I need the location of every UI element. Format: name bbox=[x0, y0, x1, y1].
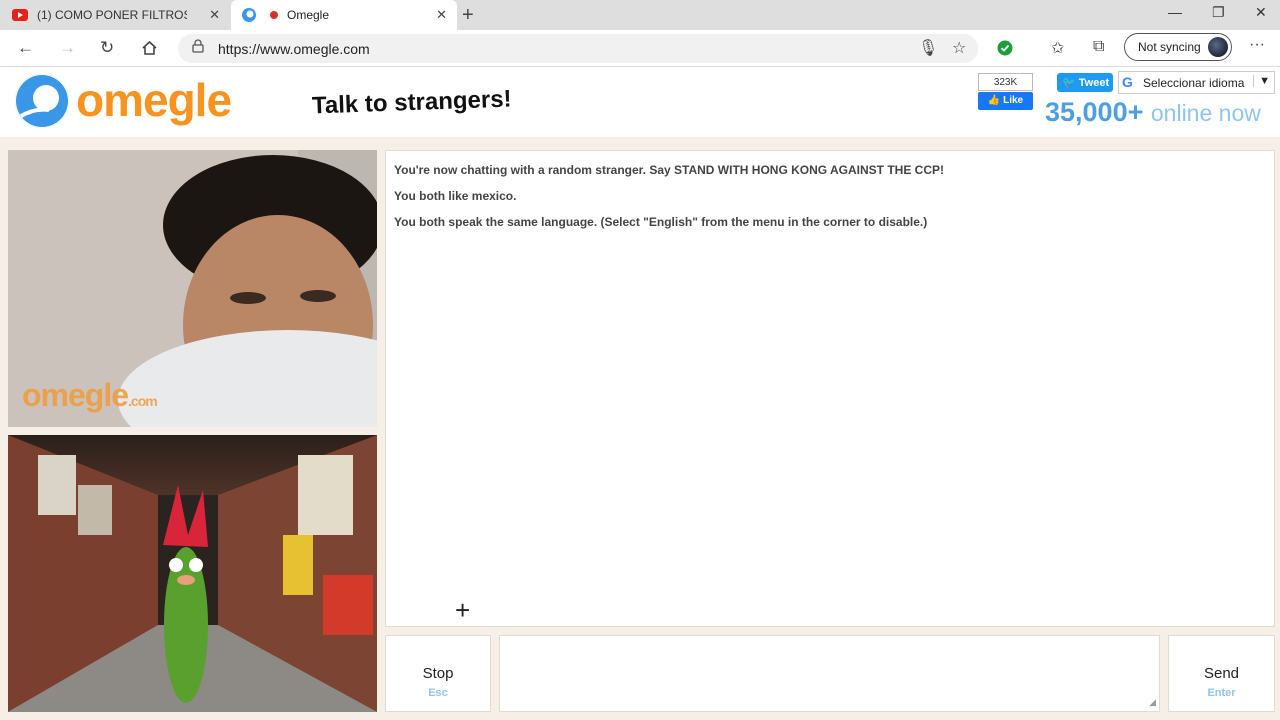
system-message: You both like mexico. bbox=[394, 189, 517, 203]
watermark-suffix: .com bbox=[128, 393, 158, 409]
stranger-video: omegle.com bbox=[8, 150, 377, 427]
restore-icon[interactable]: ❐ bbox=[1212, 4, 1225, 21]
tab-title: Omegle bbox=[287, 8, 330, 22]
google-icon: G bbox=[1122, 74, 1133, 90]
forward-icon[interactable]: → bbox=[59, 38, 76, 58]
tab-title: (1) COMO PONER FILTROS EN O bbox=[37, 8, 187, 22]
collections-icon[interactable]: ⧉ bbox=[1093, 38, 1104, 56]
send-label: Send bbox=[1203, 665, 1240, 682]
home-icon[interactable] bbox=[141, 40, 158, 56]
crosshair-cursor-icon: + bbox=[455, 595, 471, 625]
system-message: You both speak the same language. (Selec… bbox=[394, 215, 928, 229]
avatar bbox=[1208, 37, 1228, 57]
online-count: 35,000+ bbox=[1045, 97, 1144, 127]
resize-handle-icon[interactable]: ◢ bbox=[1149, 697, 1156, 708]
like-count: 323K bbox=[978, 73, 1033, 91]
chat-area: omegle.com You're now chatting with a ra… bbox=[0, 137, 1280, 720]
send-button[interactable]: Send Enter bbox=[1168, 635, 1275, 712]
close-tab-icon[interactable]: ✕ bbox=[209, 7, 220, 23]
more-menu-icon[interactable]: ··· bbox=[1249, 36, 1265, 54]
lock-icon bbox=[192, 39, 204, 53]
tab-youtube[interactable]: (1) COMO PONER FILTROS EN O ✕ bbox=[0, 0, 230, 30]
sync-label: Not syncing bbox=[1138, 40, 1201, 54]
dropdown-arrow-icon: ▼ bbox=[1253, 75, 1270, 87]
stop-shortcut: Esc bbox=[428, 687, 448, 699]
favorite-star-icon[interactable]: ☆ bbox=[952, 38, 966, 58]
new-tab-icon[interactable]: + bbox=[462, 4, 474, 27]
close-tab-icon[interactable]: ✕ bbox=[436, 7, 447, 23]
omegle-watermark: omegle.com bbox=[22, 377, 158, 414]
omegle-logo-icon[interactable] bbox=[15, 74, 69, 128]
self-webcam-image bbox=[8, 435, 377, 712]
recording-dot-icon bbox=[270, 11, 278, 19]
tweet-label: Tweet bbox=[1078, 77, 1110, 89]
chat-log: You're now chatting with a random strang… bbox=[385, 150, 1275, 627]
extension-check-icon[interactable] bbox=[997, 40, 1013, 56]
twitter-bird-icon: 🐦 bbox=[1062, 77, 1076, 89]
logo-text[interactable]: omegle bbox=[76, 73, 232, 127]
browser-toolbar: ← → ↻ https://www.omegle.com 🎙 ☆ ✩ ⧉ Not… bbox=[0, 30, 1280, 67]
thumbs-up-icon: 👍 bbox=[987, 95, 1001, 106]
profile-sync-button[interactable]: Not syncing bbox=[1124, 33, 1232, 61]
site-header: omegle Talk to strangers! 323K 👍 Like 🐦 … bbox=[0, 67, 1280, 137]
like-label: Like bbox=[1003, 95, 1024, 106]
stop-button[interactable]: Stop Esc bbox=[385, 635, 491, 712]
message-input[interactable]: ◢ bbox=[499, 635, 1160, 712]
refresh-icon[interactable]: ↻ bbox=[100, 38, 114, 58]
self-video bbox=[8, 435, 377, 712]
language-select-label: Seleccionar idioma bbox=[1143, 76, 1245, 90]
minimize-icon[interactable]: — bbox=[1168, 4, 1182, 20]
tweet-button[interactable]: 🐦 Tweet bbox=[1057, 73, 1113, 92]
language-select[interactable]: G Seleccionar idioma ▼ bbox=[1118, 71, 1275, 94]
omegle-favicon-icon bbox=[242, 8, 256, 22]
online-label: online now bbox=[1150, 100, 1261, 126]
tab-omegle[interactable]: Omegle ✕ bbox=[231, 0, 457, 30]
tagline: Talk to strangers! bbox=[311, 85, 513, 120]
url-text: https://www.omegle.com bbox=[218, 41, 370, 57]
back-icon[interactable]: ← bbox=[17, 38, 34, 58]
address-bar[interactable]: https://www.omegle.com bbox=[178, 34, 978, 63]
stop-label: Stop bbox=[422, 665, 454, 682]
youtube-icon bbox=[12, 9, 28, 21]
watermark-text: omegle bbox=[22, 377, 129, 413]
favorites-icon[interactable]: ✩ bbox=[1051, 38, 1064, 58]
system-message: You're now chatting with a random strang… bbox=[394, 163, 945, 177]
facebook-like-button[interactable]: 👍 Like bbox=[978, 92, 1033, 110]
tab-bar: (1) COMO PONER FILTROS EN O ✕ Omegle ✕ +… bbox=[0, 0, 1280, 30]
online-counter: 35,000+ online now bbox=[1045, 97, 1261, 128]
facebook-like-widget[interactable]: 323K 👍 Like bbox=[978, 73, 1033, 110]
send-shortcut: Enter bbox=[1207, 687, 1236, 699]
close-window-icon[interactable]: ✕ bbox=[1255, 4, 1267, 21]
microphone-icon[interactable]: 🎙 bbox=[918, 38, 938, 58]
